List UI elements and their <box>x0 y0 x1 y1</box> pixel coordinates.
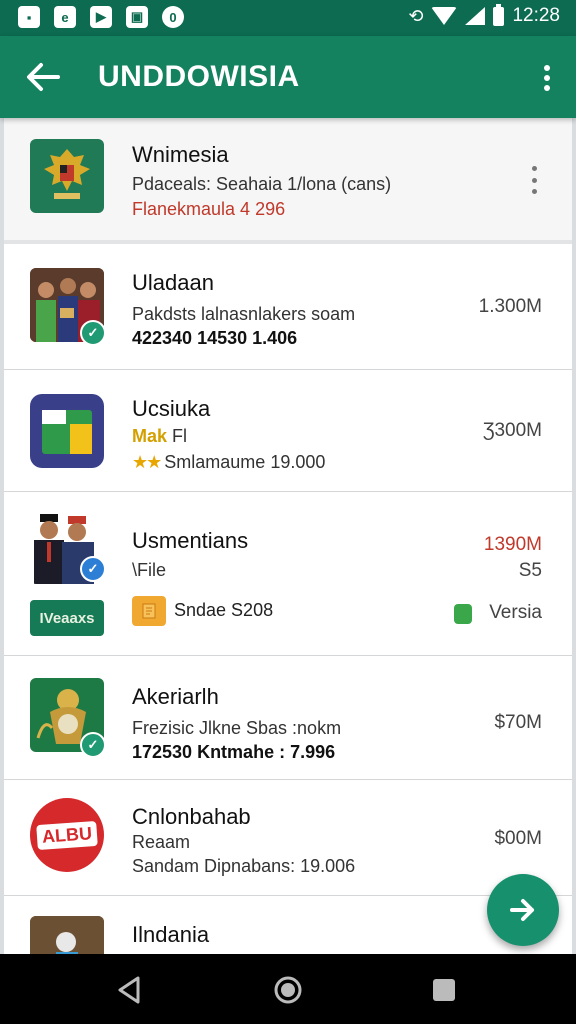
item-name: Ilndania <box>132 922 210 947</box>
item-price: $00M <box>494 828 542 849</box>
photo-icon: ▣ <box>126 6 148 28</box>
app-bar: UNDDOWISIA <box>0 36 576 118</box>
item-tag: Fl <box>172 426 188 446</box>
wifi-icon <box>431 7 458 25</box>
list-item-featured[interactable]: Wnimesia Pdaceals: Seahaia 1/lona (cans)… <box>4 118 572 244</box>
item-detail: Frezisic Jlkne Sbas :nokm <box>132 718 342 738</box>
list-item[interactable]: Ucsiuka Mak Fl ★★ Smlamaume 19.000 Ʒ300M <box>4 370 572 492</box>
nav-home-icon[interactable] <box>272 974 304 1006</box>
list-item[interactable]: ✓ Usmentians \File 1390M S5 IVeaaxs Snda… <box>4 492 572 656</box>
list-item[interactable]: ✓ Uladaan Pakdsts lalnasnlakers soam 422… <box>4 244 572 370</box>
verified-check-icon: ✓ <box>80 732 106 758</box>
signal-icon <box>465 7 486 25</box>
rating-text: Smlamaume 19.000 <box>164 452 326 472</box>
overflow-menu-icon[interactable] <box>540 62 554 94</box>
version-icon <box>454 604 472 624</box>
brand-badge: IVeaaxs <box>30 600 104 636</box>
item-list: Wnimesia Pdaceals: Seahaia 1/lona (cans)… <box>4 118 572 954</box>
item-price: $70M <box>494 712 542 733</box>
item-stats: 422340 14530 1.406 <box>132 328 298 348</box>
item-tag-highlight: Mak <box>132 426 168 446</box>
document-icon <box>132 596 166 626</box>
vibrate-icon: ⟲ <box>408 5 424 26</box>
item-price: 1.300M <box>478 296 542 317</box>
item-name: Usmentians <box>132 528 249 553</box>
circle-app-icon: 0 <box>162 6 184 28</box>
clock: 12:28 <box>512 5 560 26</box>
chat-icon: e <box>54 6 76 28</box>
item-version: Versia <box>489 602 542 623</box>
item-menu-icon[interactable] <box>532 166 540 194</box>
status-bar: ▪ e ▶ ▣ 0 ⟲ 12:28 <box>0 0 576 36</box>
item-detail: \File <box>132 560 167 580</box>
item-detail: Reaam <box>132 832 191 852</box>
item-name: Wnimesia <box>132 142 229 167</box>
brand-logo-text: ALBU <box>36 820 98 850</box>
item-name: Ucsiuka <box>132 396 211 421</box>
brand-logo: ALBU <box>30 798 104 872</box>
item-tag: Sndae S208 <box>174 600 274 620</box>
list-item[interactable]: ✓ Akeriarlh Frezisic Jlkne Sbas :nokm 17… <box>4 656 572 780</box>
battery-icon <box>493 3 505 26</box>
coat-of-arms-icon <box>30 139 104 213</box>
video-icon: ▶ <box>90 6 112 28</box>
next-fab-button[interactable] <box>487 874 559 946</box>
verified-check-icon: ✓ <box>80 320 106 346</box>
image-icon: ▪ <box>18 6 40 28</box>
back-arrow-icon[interactable] <box>22 56 64 98</box>
item-tags: Mak Fl <box>132 426 187 447</box>
rating-stars-icon: ★★ <box>132 452 162 472</box>
sheets-app-icon <box>30 394 104 468</box>
verified-check-icon: ✓ <box>80 556 106 582</box>
item-detail-secondary: Sandam Dipnabans: 19.006 <box>132 856 356 876</box>
list-item[interactable]: ALBU Cnlonbahab Reaam Sandam Dipnabans: … <box>4 780 572 896</box>
item-rating: ★★ Smlamaume 19.000 <box>132 452 325 473</box>
arrow-right-icon <box>510 899 534 921</box>
item-stats: 172530 Kntmahe : 7.996 <box>132 742 336 762</box>
item-name: Cnlonbahab <box>132 804 251 829</box>
item-detail: Pdaceals: Seahaia 1/lona (cans) <box>132 174 392 194</box>
item-detail-highlight: Flanekmaula 4 296 <box>132 199 286 219</box>
item-price-secondary: S5 <box>518 560 542 581</box>
item-price: Ʒ300M <box>482 420 542 441</box>
page-title: UNDDOWISIA <box>98 60 300 93</box>
item-photo <box>30 916 104 954</box>
nav-recents-icon[interactable] <box>428 974 460 1006</box>
nav-back-icon[interactable] <box>114 974 146 1006</box>
system-nav-bar <box>0 954 576 1024</box>
item-name: Uladaan <box>132 270 214 295</box>
item-price: 1390M <box>483 534 542 555</box>
item-detail: Pakdsts lalnasnlakers soam <box>132 304 356 324</box>
item-name: Akeriarlh <box>132 684 219 709</box>
